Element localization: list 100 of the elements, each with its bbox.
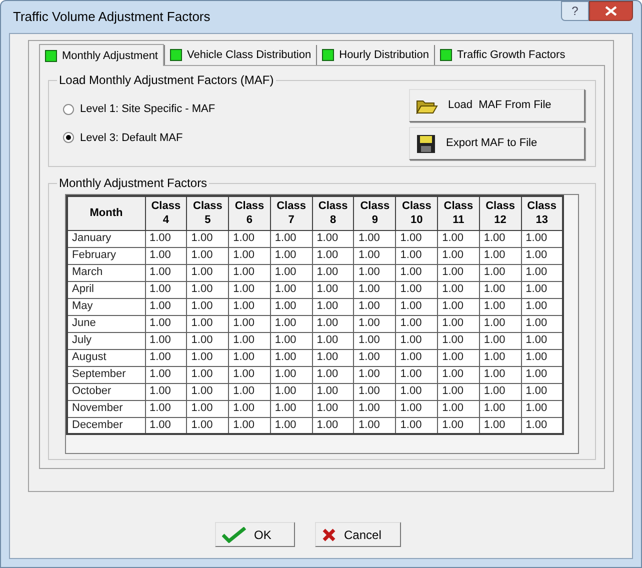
table-cell[interactable]: 1.00 xyxy=(479,264,522,281)
table-cell[interactable]: 1.00 xyxy=(186,349,229,366)
table-cell[interactable]: 1.00 xyxy=(354,298,396,315)
table-cell[interactable]: 1.00 xyxy=(312,247,354,264)
table-cell[interactable]: 1.00 xyxy=(186,315,229,332)
table-cell[interactable]: 1.00 xyxy=(521,349,563,366)
table-cell[interactable]: 1.00 xyxy=(145,366,187,383)
table-cell[interactable]: 1.00 xyxy=(228,383,270,400)
radio-button[interactable] xyxy=(63,132,74,144)
file-button[interactable]: Load MAF From File xyxy=(409,89,585,122)
radio-option[interactable]: Level 1: Site Specific - MAF xyxy=(63,101,379,118)
table-cell[interactable]: 1.00 xyxy=(270,349,312,366)
table-cell[interactable]: 1.00 xyxy=(270,281,312,298)
table-cell[interactable]: 1.00 xyxy=(186,400,229,417)
table-cell[interactable]: 1.00 xyxy=(479,230,522,247)
ok-button[interactable]: OK xyxy=(215,522,295,547)
table-cell[interactable]: 1.00 xyxy=(228,281,270,298)
table-cell[interactable]: 1.00 xyxy=(438,281,480,298)
close-button[interactable] xyxy=(589,1,633,21)
table-cell[interactable]: 1.00 xyxy=(521,247,563,264)
table-cell[interactable]: 1.00 xyxy=(354,230,396,247)
table-cell[interactable]: 1.00 xyxy=(312,230,354,247)
table-cell[interactable]: 1.00 xyxy=(270,247,312,264)
table-cell[interactable]: 1.00 xyxy=(396,366,438,383)
table-cell[interactable]: 1.00 xyxy=(312,315,354,332)
table-cell[interactable]: 1.00 xyxy=(145,281,187,298)
table-cell[interactable]: 1.00 xyxy=(521,298,563,315)
table-cell[interactable]: 1.00 xyxy=(228,230,270,247)
table-cell[interactable]: 1.00 xyxy=(186,366,229,383)
table-cell[interactable]: 1.00 xyxy=(354,315,396,332)
table-cell[interactable]: 1.00 xyxy=(438,315,480,332)
cancel-button[interactable]: Cancel xyxy=(315,522,401,547)
table-cell[interactable]: 1.00 xyxy=(312,281,354,298)
radio-button[interactable] xyxy=(63,104,74,115)
table-cell[interactable]: 1.00 xyxy=(354,400,396,417)
table-cell[interactable]: 1.00 xyxy=(354,247,396,264)
table-cell[interactable]: 1.00 xyxy=(145,247,187,264)
table-cell[interactable]: 1.00 xyxy=(312,366,354,383)
table-cell[interactable]: 1.00 xyxy=(396,383,438,400)
table-cell[interactable]: 1.00 xyxy=(521,400,563,417)
table-cell[interactable]: 1.00 xyxy=(521,281,563,298)
table-cell[interactable]: 1.00 xyxy=(521,332,563,349)
tab[interactable]: Monthly Adjustment xyxy=(39,44,164,66)
table-cell[interactable]: 1.00 xyxy=(228,417,270,434)
table-cell[interactable]: 1.00 xyxy=(438,366,480,383)
table-cell[interactable]: 1.00 xyxy=(145,383,187,400)
table-cell[interactable]: 1.00 xyxy=(438,400,480,417)
table-cell[interactable]: 1.00 xyxy=(396,247,438,264)
table-cell[interactable]: 1.00 xyxy=(521,315,563,332)
table-cell[interactable]: 1.00 xyxy=(145,298,187,315)
table-cell[interactable]: 1.00 xyxy=(479,247,522,264)
table-cell[interactable]: 1.00 xyxy=(438,383,480,400)
table-cell[interactable]: 1.00 xyxy=(479,383,522,400)
table-cell[interactable]: 1.00 xyxy=(479,332,522,349)
radio-option[interactable]: Level 3: Default MAF xyxy=(63,130,379,146)
table-cell[interactable]: 1.00 xyxy=(270,230,312,247)
table-cell[interactable]: 1.00 xyxy=(228,400,270,417)
table-cell[interactable]: 1.00 xyxy=(479,298,522,315)
table-cell[interactable]: 1.00 xyxy=(312,349,354,366)
file-button[interactable]: Export MAF to File xyxy=(409,127,585,160)
table-cell[interactable]: 1.00 xyxy=(438,349,480,366)
table-cell[interactable]: 1.00 xyxy=(145,349,187,366)
table-cell[interactable]: 1.00 xyxy=(312,332,354,349)
table-cell[interactable]: 1.00 xyxy=(396,298,438,315)
table-cell[interactable]: 1.00 xyxy=(270,332,312,349)
table-cell[interactable]: 1.00 xyxy=(438,332,480,349)
table-cell[interactable]: 1.00 xyxy=(228,332,270,349)
table-cell[interactable]: 1.00 xyxy=(145,315,187,332)
table-cell[interactable]: 1.00 xyxy=(186,281,229,298)
table-cell[interactable]: 1.00 xyxy=(312,400,354,417)
table-cell[interactable]: 1.00 xyxy=(521,264,563,281)
table-cell[interactable]: 1.00 xyxy=(521,417,563,434)
table-cell[interactable]: 1.00 xyxy=(479,281,522,298)
table-cell[interactable]: 1.00 xyxy=(270,383,312,400)
table-cell[interactable]: 1.00 xyxy=(228,366,270,383)
table-cell[interactable]: 1.00 xyxy=(186,264,229,281)
table-cell[interactable]: 1.00 xyxy=(438,230,480,247)
table-cell[interactable]: 1.00 xyxy=(479,417,522,434)
table-cell[interactable]: 1.00 xyxy=(228,247,270,264)
table-cell[interactable]: 1.00 xyxy=(228,264,270,281)
table-cell[interactable]: 1.00 xyxy=(354,366,396,383)
table-cell[interactable]: 1.00 xyxy=(396,349,438,366)
table-cell[interactable]: 1.00 xyxy=(396,230,438,247)
table-cell[interactable]: 1.00 xyxy=(270,264,312,281)
table-cell[interactable]: 1.00 xyxy=(186,230,229,247)
table-cell[interactable]: 1.00 xyxy=(312,417,354,434)
table-cell[interactable]: 1.00 xyxy=(354,383,396,400)
table-cell[interactable]: 1.00 xyxy=(186,247,229,264)
table-cell[interactable]: 1.00 xyxy=(438,417,480,434)
table-cell[interactable]: 1.00 xyxy=(438,264,480,281)
table-cell[interactable]: 1.00 xyxy=(145,264,187,281)
table-cell[interactable]: 1.00 xyxy=(438,247,480,264)
help-button[interactable]: ? xyxy=(561,1,589,21)
table-cell[interactable]: 1.00 xyxy=(396,400,438,417)
table-cell[interactable]: 1.00 xyxy=(186,383,229,400)
table-cell[interactable]: 1.00 xyxy=(145,230,187,247)
table-cell[interactable]: 1.00 xyxy=(479,400,522,417)
table-cell[interactable]: 1.00 xyxy=(186,298,229,315)
table-cell[interactable]: 1.00 xyxy=(354,332,396,349)
table-cell[interactable]: 1.00 xyxy=(479,349,522,366)
